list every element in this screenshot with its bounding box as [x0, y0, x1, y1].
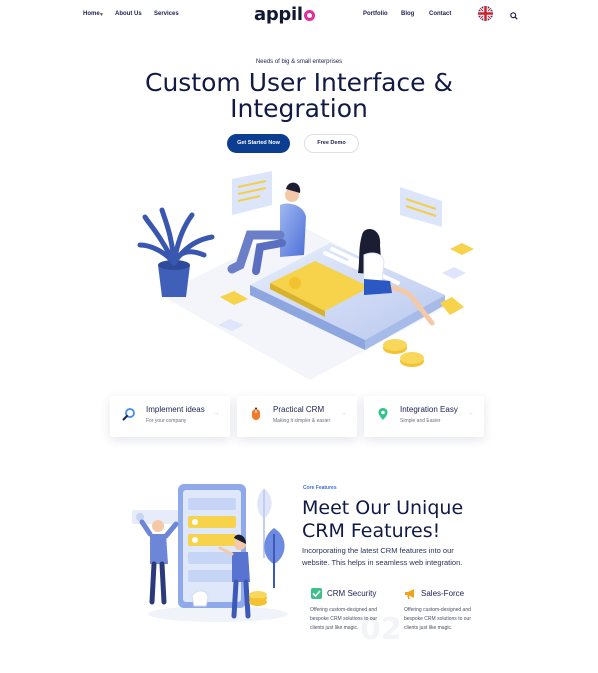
top-navigation: Home ▼ About Us Services appil Portfolio…	[0, 0, 598, 30]
card-subtitle: Simple and Easier	[400, 418, 441, 424]
arrow-right-icon: →	[467, 410, 474, 417]
features-illustration	[132, 484, 288, 622]
logo[interactable]: appil	[254, 4, 315, 25]
logo-o-mark	[303, 10, 315, 21]
speech-bubble-left	[232, 171, 272, 215]
features-eyebrow: Core Features	[303, 485, 337, 491]
hero-illustration	[137, 171, 474, 380]
features-title: Meet Our Unique CRM Features!	[302, 497, 463, 543]
card-subtitle: Making it simpler & easier	[273, 418, 331, 424]
feature-title: Sales-Force	[421, 589, 465, 598]
feature-card-integration-easy[interactable]: Integration Easy Simple and Easier →	[364, 396, 484, 437]
feature-text: Offering custom-designed and bespoke CRM…	[404, 607, 471, 631]
features-title-line2: CRM Features!	[302, 520, 441, 542]
search-icon[interactable]	[510, 7, 518, 25]
hero-title-line1: Custom User Interface &	[144, 68, 454, 97]
feature-card-practical-crm[interactable]: Practical CRM Making it simpler & easier…	[237, 396, 357, 437]
uk-flag-icon[interactable]	[478, 6, 493, 21]
nav-contact[interactable]: Contact	[429, 11, 451, 17]
location-pin-icon	[376, 407, 390, 426]
feature-title: CRM Security	[327, 589, 377, 598]
speech-bubble-right	[400, 187, 442, 227]
card-subtitle: For your company	[146, 418, 187, 424]
features-title-line1: Meet Our Unique	[302, 497, 464, 519]
hero-eyebrow: Needs of big & small enterprises	[255, 59, 343, 65]
logo-text: appil	[254, 4, 303, 25]
features-description: Incorporating the latest CRM features in…	[302, 546, 463, 567]
arrow-right-icon: →	[340, 410, 347, 417]
free-demo-button[interactable]: Free Demo	[304, 134, 359, 153]
feature-text: Offering custom-designed and bespoke CRM…	[310, 607, 377, 631]
nav-services[interactable]: Services	[154, 11, 179, 17]
hero-title: Custom User Interface & Integration	[0, 70, 598, 122]
card-title: Practical CRM	[273, 405, 325, 414]
megaphone-icon	[404, 587, 417, 605]
get-started-button[interactable]: Get Started Now	[227, 134, 290, 153]
nav-blog[interactable]: Blog	[401, 11, 414, 17]
hero-title-line2: Integration	[230, 94, 368, 123]
security-icon	[310, 587, 323, 605]
chevron-down-icon[interactable]: ▼	[99, 12, 104, 18]
mouse-icon	[249, 407, 263, 426]
nav-portfolio[interactable]: Portfolio	[363, 11, 388, 17]
nav-about-us[interactable]: About Us	[115, 11, 142, 17]
magnifier-icon	[122, 407, 136, 426]
arrow-right-icon: →	[213, 410, 220, 417]
card-title: Implement ideas	[146, 405, 205, 414]
nav-home[interactable]: Home	[83, 11, 100, 17]
feature-card-implement-ideas[interactable]: Implement ideas For your company →	[110, 396, 230, 437]
card-title: Integration Easy	[400, 405, 458, 414]
